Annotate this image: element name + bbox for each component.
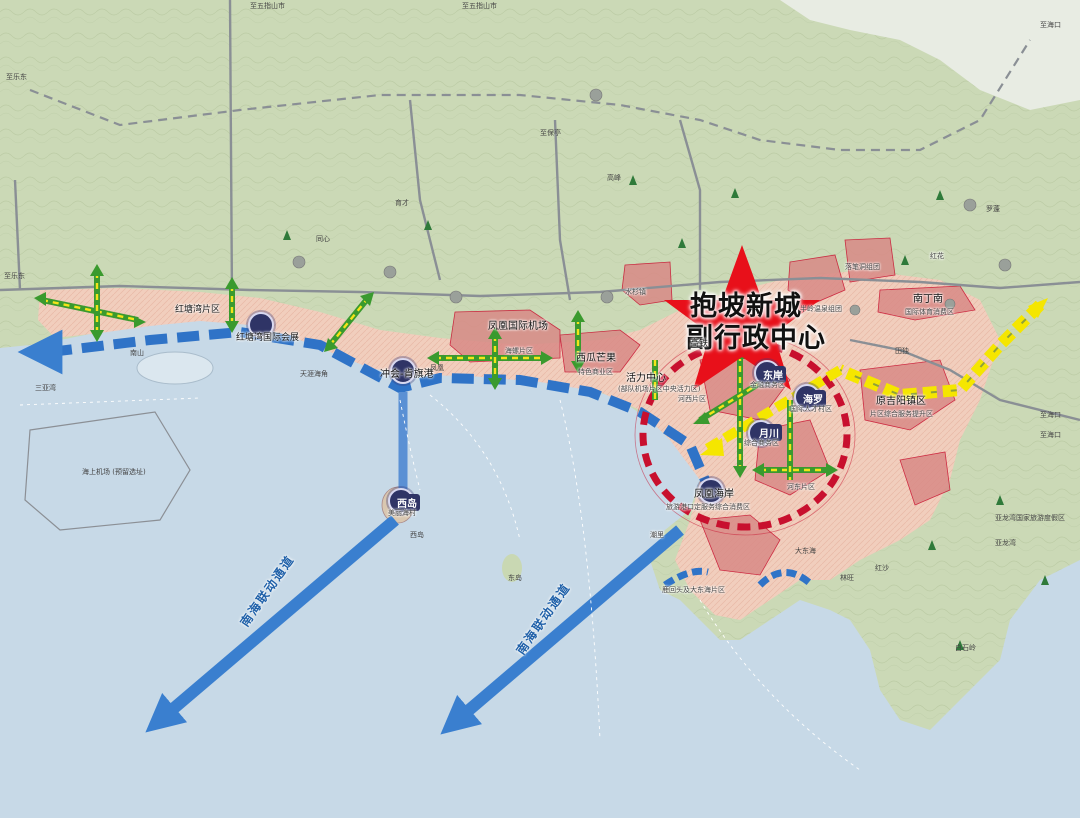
label-chonghui: 冲会-肯旗港 [380,369,434,380]
place-p17: 白石岭 [955,644,976,652]
place-p26: 三亚湾 [35,384,56,392]
title-line2: 副行政中心 [686,323,826,354]
place-p1: 至乐东 [6,73,27,81]
place-p3: 至五指山市 [250,2,285,10]
label-xigua: 西瓜芒果 [576,353,616,364]
place-p5: 至海口 [1040,21,1061,29]
label-haiguo-sub: 国际人才村区 [790,405,832,413]
place-p10: 高峰 [607,174,621,182]
label-gaotie: 高铁 [690,339,709,349]
place-p23: 红沙 [875,564,889,572]
place-p6: 至海口 [1040,411,1061,419]
label-hexi: 河西片区 [678,395,706,403]
place-p9: 同心 [316,235,330,243]
label-xigua-sub: 特色商业区 [578,368,613,376]
label-fenghuang-sub: 旅游港口定服务综合消费区 [666,503,750,511]
place-p11: 育才 [395,199,409,207]
label-jiyang-sub: 片区综合服务提升区 [870,410,933,418]
label-chaoli: 潮里 [650,531,664,539]
lagoon [136,351,214,385]
label-xidao-sub: 美丽海村 [388,509,416,517]
label-hedong: 河东片区 [787,483,815,491]
label-honghua: 红花 [930,252,944,260]
label-hongtang-pian: 红塘湾片区 [175,305,221,315]
place-p24: 林旺 [840,574,854,582]
label-huoli-sub: (部队机场片区中央活力区) [618,385,701,393]
place-p22: 凤凰 [430,364,444,372]
label-lucao: 落笔洞组团 [845,263,880,271]
label-dongan-sub: 金融商务区 [750,381,785,389]
label-haipo: 海螺片区 [505,347,533,355]
label-yuechuan-sub: 综合商务区 [744,439,779,447]
place-p19: 西岛 [410,531,424,539]
label-banpo: 半岭温泉组团 [800,305,842,313]
label-luhuitou: 鹿回头及大东海片区 [662,586,725,594]
place-p25: 田独 [895,347,909,355]
place-p16: 大东海 [795,547,816,555]
place-p18: 东岛 [508,574,522,582]
place-p4: 至五指山市 [462,2,497,10]
label-jiyang: 原吉阳镇区 [876,396,926,407]
label-huoli: 活力中心 [626,373,666,384]
place-p20: 海上机场 (预留选址) [82,468,146,476]
label-shuirao: 水杉镇 [625,288,646,296]
place-p12: 天涯海角 [300,370,328,378]
place-p8: 罗蓬 [986,205,1000,213]
label-nanding-sub: 国际体育消费区 [905,308,954,316]
place-p15: 亚龙湾国家旅游度假区 [995,514,1065,522]
label-airport: 凤凰国际机场 [488,321,548,332]
place-p7: 至海口 [1040,431,1061,439]
label-fenghuang-coast: 凤凰海岸 [694,489,734,500]
place-p21: 南山 [130,349,144,357]
place-p2: 至乐东 [4,272,25,280]
place-p14: 亚龙湾 [995,539,1016,547]
label-nanding: 南丁南 [913,294,943,305]
place-p13: 至保亭 [540,129,561,137]
label-hongtang-expo: 红塘湾国际会展 [236,333,300,343]
planning-map [0,0,1080,818]
